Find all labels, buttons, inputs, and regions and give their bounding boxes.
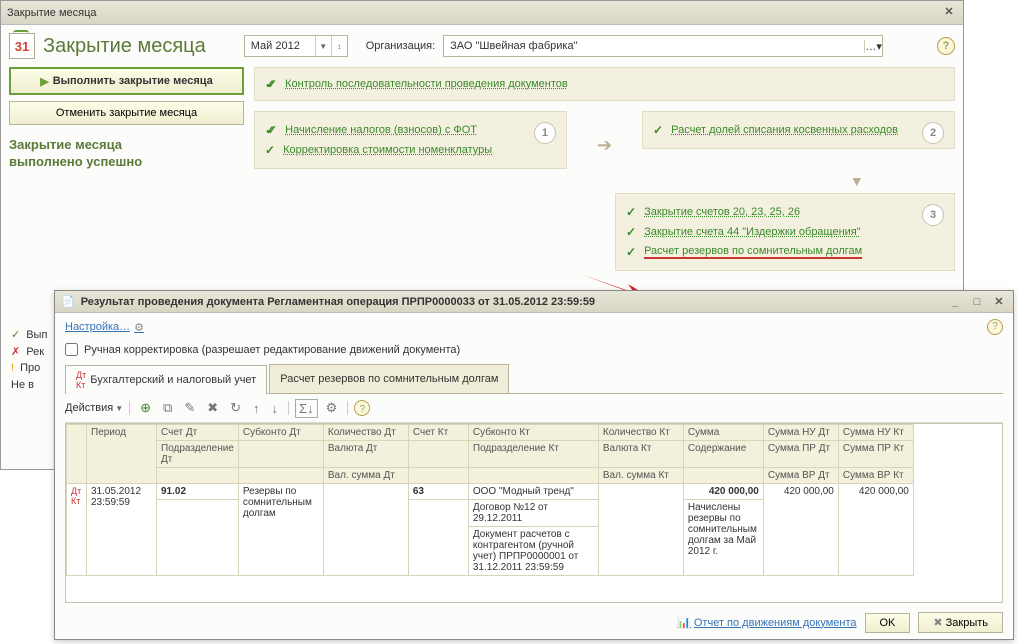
copy-icon[interactable]: ⧉ (159, 398, 176, 418)
org-select[interactable]: ЗАО "Швейная фабрика" …▾ (443, 35, 883, 57)
minimize-icon[interactable]: _ (947, 296, 963, 308)
actions-dropdown[interactable]: Действия▼ (65, 402, 123, 414)
settings-link[interactable]: Настройка… ⚙ (65, 321, 144, 334)
check-icon: ✓ (626, 225, 636, 239)
main-window-title: Закрытие месяца (7, 7, 941, 19)
step-badge-2: 2 (922, 122, 944, 144)
col-period: Период (87, 425, 157, 484)
op-link[interactable]: Начисление налогов (взносов) с ФОТ (285, 124, 477, 136)
col-qty-kt: Количество Кт (598, 425, 683, 441)
sum-icon[interactable]: Σ↓ (295, 399, 318, 418)
check-icon: ✓ (265, 143, 275, 157)
calendar-icon: 31 (9, 33, 35, 59)
grid-toolbar: Действия▼ ⊕ ⧉ ✎ ✖ ↻ ↑ ↓ Σ↓ ⚙ ? (65, 394, 1003, 423)
help-icon[interactable]: ? (354, 400, 370, 416)
col-sum-nu-dt: Сумма НУ Дт (763, 425, 838, 441)
period-value: Май 2012 (245, 40, 315, 52)
movements-report-link[interactable]: 📊 Отчет по движениям документа (677, 616, 856, 629)
report-icon: 📊 (677, 616, 691, 629)
legend-partial: ✓Вып ✗Рек !Про Не в (11, 327, 47, 393)
period-step-icon[interactable]: ↕ (331, 36, 347, 56)
col-acc-kt: Счет Кт (408, 425, 468, 441)
gear-icon: ⚙ (134, 321, 144, 334)
arrow-right-icon: ➔ (597, 135, 612, 156)
dtkt-icon: ДтКт (76, 370, 86, 390)
move-down-icon[interactable]: ↓ (268, 399, 283, 418)
manual-edit-label: Ручная корректировка (разрешает редактир… (84, 344, 460, 356)
org-dropdown-icon[interactable]: …▾ (864, 40, 882, 53)
close-icon[interactable]: ✕ (991, 295, 1007, 308)
settings-icon[interactable]: ⚙ (322, 398, 342, 418)
table-row[interactable]: ДтКт 31.05.2012 23:59:59 91.02 Резервы п… (67, 484, 914, 500)
op-link[interactable]: Закрытие счета 44 "Издержки обращения" (644, 226, 861, 238)
period-select[interactable]: Май 2012 ▼ ↕ (244, 35, 348, 57)
org-value: ЗАО "Швейная фабрика" (444, 40, 864, 52)
col-sub-dt: Субконто Дт (238, 425, 323, 441)
document-icon: 📄 (61, 295, 75, 308)
sub-window-title: Результат проведения документа Регламент… (81, 296, 941, 308)
play-icon: ▶ (40, 75, 48, 88)
delete-icon[interactable]: ✖ (203, 398, 222, 418)
col-sub-kt: Субконто Кт (468, 425, 598, 441)
execute-closing-button[interactable]: ▶ Выполнить закрытие месяца (9, 67, 244, 95)
period-dropdown-icon[interactable]: ▼ (315, 36, 331, 56)
close-icon: ✖ (933, 617, 942, 629)
tabs: ДтКт Бухгалтерский и налоговый учет Расч… (65, 364, 1003, 394)
close-icon[interactable]: ✕ (941, 5, 957, 21)
add-icon[interactable]: ⊕ (136, 398, 155, 418)
op-link[interactable]: Расчет долей списания косвенных расходов (671, 124, 898, 136)
check-icon: ✓ (265, 123, 277, 137)
close-button[interactable]: ✖Закрыть (918, 612, 1003, 633)
cancel-closing-button[interactable]: Отменить закрытие месяца (9, 101, 244, 125)
op-link-selected[interactable]: Расчет резервов по сомнительным долгам (644, 245, 862, 259)
main-titlebar: Закрытие месяца ✕ (1, 1, 963, 25)
status-text: Закрытие месяца выполнено успешно (9, 137, 244, 171)
check-icon: ✓ (626, 245, 636, 259)
check-icon: ✓ (653, 123, 663, 137)
arrow-down-icon: ▼ (759, 173, 955, 189)
check-icon: ✓ (265, 77, 277, 91)
manual-edit-checkbox[interactable] (65, 343, 78, 356)
help-icon[interactable]: ? (987, 319, 1003, 335)
sub-titlebar: 📄 Результат проведения документа Регламе… (55, 291, 1013, 313)
help-icon[interactable]: ? (937, 37, 955, 55)
tab-reserves[interactable]: Расчет резервов по сомнительным долгам (269, 364, 509, 393)
check-icon: ✓ (626, 205, 636, 219)
col-sum: Сумма (683, 425, 763, 441)
col-qty-dt: Количество Дт (323, 425, 408, 441)
tab-accounting[interactable]: ДтКт Бухгалтерский и налоговый учет (65, 365, 267, 394)
col-acc-dt: Счет Дт (157, 425, 239, 441)
result-window: 📄 Результат проведения документа Регламе… (54, 290, 1014, 640)
maximize-icon[interactable]: □ (969, 296, 985, 308)
refresh-icon[interactable]: ↻ (226, 398, 245, 418)
step-badge-3: 3 (922, 204, 944, 226)
org-label: Организация: (366, 40, 435, 52)
op-control-link[interactable]: Контроль последовательности проведения д… (285, 78, 568, 90)
accounting-grid[interactable]: Период Счет Дт Субконто Дт Количество Дт… (65, 423, 1003, 603)
dtkt-icon: ДтКт (67, 484, 87, 576)
col-sum-nu-kt: Сумма НУ Кт (838, 425, 913, 441)
ok-button[interactable]: OK (865, 613, 911, 633)
op-link[interactable]: Корректировка стоимости номенклатуры (283, 144, 492, 156)
step-badge-1: 1 (534, 122, 556, 144)
edit-icon[interactable]: ✎ (180, 398, 199, 418)
page-title: Закрытие месяца (43, 35, 206, 58)
sub-footer: 📊 Отчет по движениям документа OK ✖Закры… (677, 612, 1003, 633)
move-up-icon[interactable]: ↑ (249, 399, 264, 418)
op-link[interactable]: Закрытие счетов 20, 23, 25, 26 (644, 206, 800, 218)
